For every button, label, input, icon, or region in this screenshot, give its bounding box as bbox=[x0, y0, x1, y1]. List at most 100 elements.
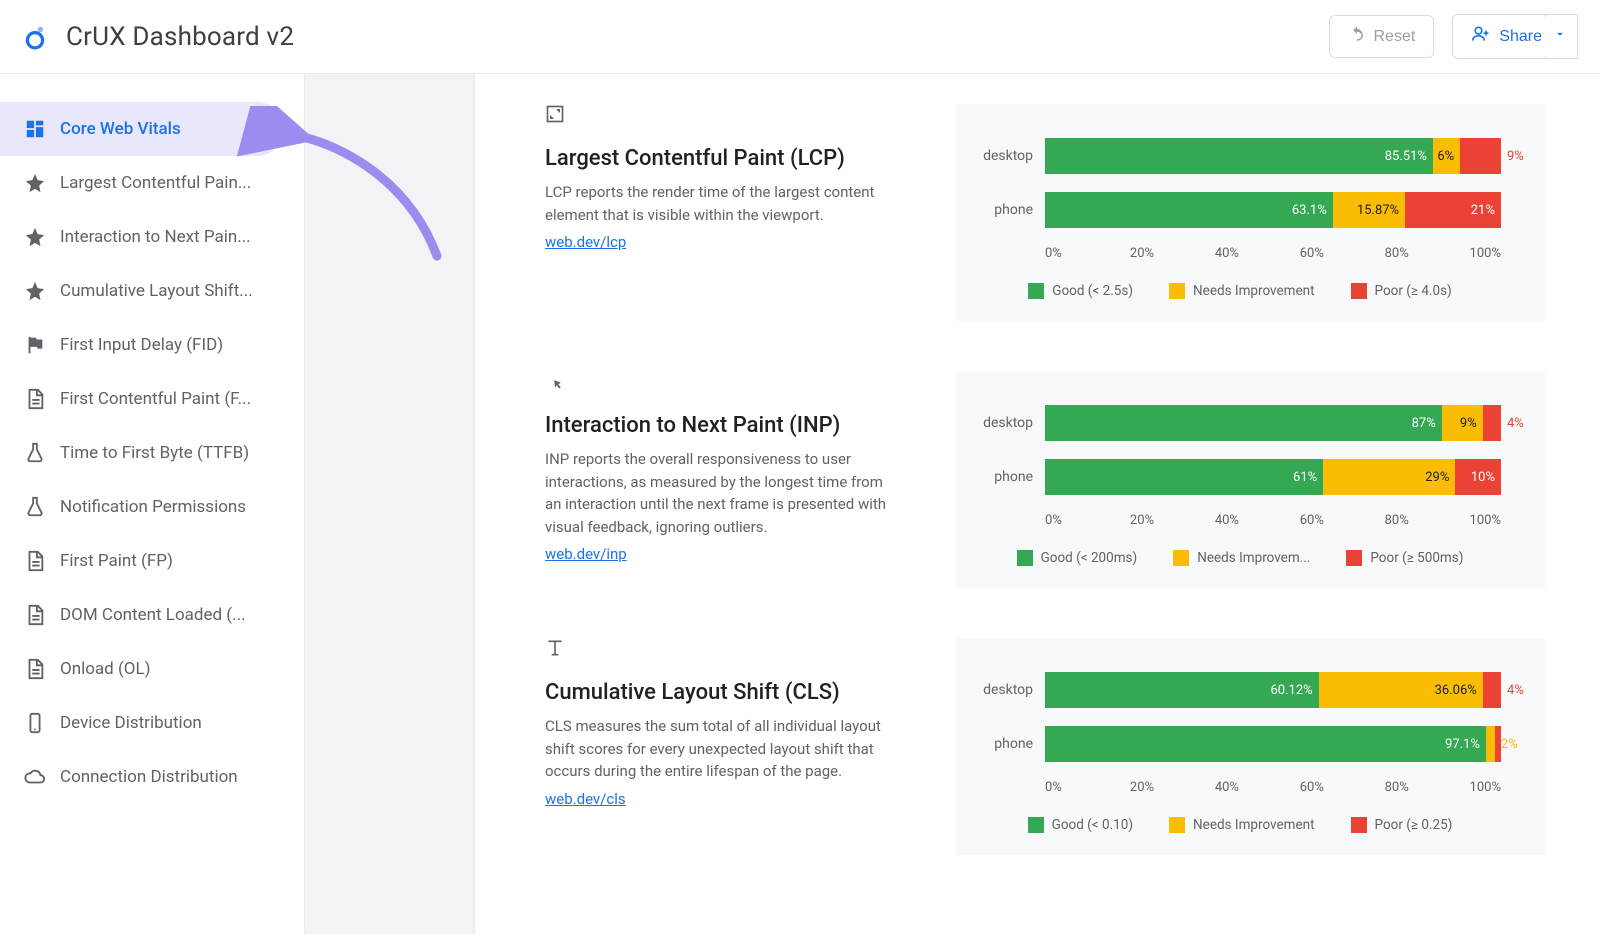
chart-legend: Good (< 0.10) Needs Improvement Poor (≥ … bbox=[979, 817, 1501, 833]
metric-2: Cumulative Layout Shift (CLS) CLS measur… bbox=[545, 638, 1570, 855]
chart-row: phone 61%29%10% bbox=[979, 459, 1501, 495]
chart-legend: Good (< 200ms) Needs Improvem... Poor (≥… bbox=[979, 550, 1501, 566]
chart-category-label: phone bbox=[979, 736, 1045, 752]
metric-title: Largest Contentful Paint (LCP) bbox=[545, 146, 895, 171]
metric-description: INP reports the overall responsiveness t… bbox=[545, 448, 895, 538]
sidebar-item-label: First Input Delay (FID) bbox=[60, 335, 284, 355]
chart-x-axis: 0%20%40%60%80%100% bbox=[1045, 246, 1501, 261]
page-title: CrUX Dashboard v2 bbox=[66, 22, 294, 52]
main-content: Largest Contentful Paint (LCP) LCP repor… bbox=[475, 74, 1600, 934]
legend-needs-improvement: Needs Improvement bbox=[1169, 283, 1315, 299]
metric-link[interactable]: web.dev/inp bbox=[545, 545, 627, 563]
share-dropdown-button[interactable] bbox=[1543, 14, 1578, 59]
chart-segment-poor bbox=[1495, 726, 1501, 762]
sidebar-item-9[interactable]: DOM Content Loaded (... bbox=[0, 588, 304, 642]
metric-icon bbox=[545, 371, 895, 395]
chart-x-axis: 0%20%40%60%80%100% bbox=[1045, 780, 1501, 795]
chart-row: desktop 85.51%6%9% bbox=[979, 138, 1501, 174]
flask-icon bbox=[24, 496, 46, 518]
header: CrUX Dashboard v2 Reset Share bbox=[0, 0, 1600, 74]
sidebar-item-label: Device Distribution bbox=[60, 713, 284, 733]
metric-1: Interaction to Next Paint (INP) INP repo… bbox=[545, 371, 1570, 588]
sidebar-item-label: First Contentful Paint (F... bbox=[60, 389, 284, 409]
chart-segment-good: 60.12% bbox=[1045, 672, 1319, 708]
chart-row: phone 97.1%2% bbox=[979, 726, 1501, 762]
chart-segment-ni: 36.06% bbox=[1319, 672, 1483, 708]
sidebar-item-1[interactable]: Largest Contentful Pain... bbox=[0, 156, 304, 210]
star-icon bbox=[24, 280, 46, 302]
legend-needs-improvement: Needs Improvem... bbox=[1173, 550, 1310, 566]
person-add-icon bbox=[1471, 24, 1491, 49]
chart-segment-good: 97.1% bbox=[1045, 726, 1486, 762]
page-gutter bbox=[305, 74, 475, 934]
sidebar-item-label: First Paint (FP) bbox=[60, 551, 284, 571]
metric-title: Interaction to Next Paint (INP) bbox=[545, 413, 895, 438]
chart-x-axis: 0%20%40%60%80%100% bbox=[1045, 513, 1501, 528]
metric-link[interactable]: web.dev/lcp bbox=[545, 233, 626, 251]
doc-icon bbox=[24, 604, 46, 626]
chart-segment-good: 63.1% bbox=[1045, 192, 1333, 228]
sidebar-item-label: DOM Content Loaded (... bbox=[60, 605, 284, 625]
metric-icon bbox=[545, 104, 895, 128]
metric-icon bbox=[545, 638, 895, 662]
chart-segment-good: 85.51% bbox=[1045, 138, 1433, 174]
doc-icon bbox=[24, 658, 46, 680]
metric-link[interactable]: web.dev/cls bbox=[545, 790, 626, 808]
doc-icon bbox=[24, 388, 46, 410]
metric-0: Largest Contentful Paint (LCP) LCP repor… bbox=[545, 104, 1570, 321]
chart-segment-ni: 15.87% bbox=[1333, 192, 1405, 228]
metric-description: CLS measures the sum total of all indivi… bbox=[545, 715, 895, 783]
sidebar-item-6[interactable]: Time to First Byte (TTFB) bbox=[0, 426, 304, 480]
sidebar-item-2[interactable]: Interaction to Next Pain... bbox=[0, 210, 304, 264]
reset-button[interactable]: Reset bbox=[1329, 15, 1435, 58]
sidebar-item-label: Time to First Byte (TTFB) bbox=[60, 443, 284, 463]
chevron-down-icon bbox=[1553, 27, 1567, 46]
chart-segment-ni: 6% bbox=[1433, 138, 1460, 174]
sidebar-item-3[interactable]: Cumulative Layout Shift... bbox=[0, 264, 304, 318]
legend-poor: Poor (≥ 500ms) bbox=[1346, 550, 1463, 566]
dashboard-icon bbox=[24, 118, 46, 140]
sidebar-item-4[interactable]: First Input Delay (FID) bbox=[0, 318, 304, 372]
chart-segment-poor: 21% bbox=[1405, 192, 1501, 228]
star-icon bbox=[24, 226, 46, 248]
chart-card: desktop 60.12%36.06%4% phone 97.1%2% 0%2… bbox=[955, 638, 1545, 855]
sidebar-item-label: Notification Permissions bbox=[60, 497, 284, 517]
chart-segment-ni: 2% bbox=[1486, 726, 1495, 762]
chart-segment-poor: 4% bbox=[1483, 672, 1501, 708]
sidebar-item-10[interactable]: Onload (OL) bbox=[0, 642, 304, 696]
sidebar-item-7[interactable]: Notification Permissions bbox=[0, 480, 304, 534]
sidebar-item-0[interactable]: Core Web Vitals bbox=[0, 102, 284, 156]
sidebar-item-12[interactable]: Connection Distribution bbox=[0, 750, 304, 804]
undo-icon bbox=[1348, 25, 1366, 48]
metric-title: Cumulative Layout Shift (CLS) bbox=[545, 680, 895, 705]
chart-row: desktop 60.12%36.06%4% bbox=[979, 672, 1501, 708]
metric-description: LCP reports the render time of the large… bbox=[545, 181, 895, 226]
flask-icon bbox=[24, 442, 46, 464]
chart-row: desktop 87%9%4% bbox=[979, 405, 1501, 441]
chart-category-label: phone bbox=[979, 202, 1045, 218]
chart-row: phone 63.1%15.87%21% bbox=[979, 192, 1501, 228]
chart-segment-good: 87% bbox=[1045, 405, 1442, 441]
sidebar-item-label: Connection Distribution bbox=[60, 767, 284, 787]
chart-card: desktop 87%9%4% phone 61%29%10% 0%20%40%… bbox=[955, 371, 1545, 588]
chart-legend: Good (< 2.5s) Needs Improvement Poor (≥ … bbox=[979, 283, 1501, 299]
chart-card: desktop 85.51%6%9% phone 63.1%15.87%21% … bbox=[955, 104, 1545, 321]
chart-category-label: desktop bbox=[979, 682, 1045, 698]
chart-category-label: phone bbox=[979, 469, 1045, 485]
sidebar-item-8[interactable]: First Paint (FP) bbox=[0, 534, 304, 588]
legend-needs-improvement: Needs Improvement bbox=[1169, 817, 1315, 833]
legend-poor: Poor (≥ 0.25) bbox=[1351, 817, 1453, 833]
chart-segment-good: 61% bbox=[1045, 459, 1323, 495]
sidebar-item-11[interactable]: Device Distribution bbox=[0, 696, 304, 750]
legend-poor: Poor (≥ 4.0s) bbox=[1351, 283, 1452, 299]
cloud-icon bbox=[24, 766, 46, 788]
legend-good: Good (< 2.5s) bbox=[1028, 283, 1133, 299]
sidebar-item-5[interactable]: First Contentful Paint (F... bbox=[0, 372, 304, 426]
app-logo-icon bbox=[22, 24, 48, 50]
chart-segment-poor: 4% bbox=[1483, 405, 1501, 441]
star-icon bbox=[24, 172, 46, 194]
sidebar: Core Web Vitals Largest Contentful Pain..… bbox=[0, 74, 305, 934]
sidebar-item-label: Core Web Vitals bbox=[60, 119, 264, 139]
sidebar-item-label: Interaction to Next Pain... bbox=[60, 227, 284, 247]
sidebar-item-label: Onload (OL) bbox=[60, 659, 284, 679]
